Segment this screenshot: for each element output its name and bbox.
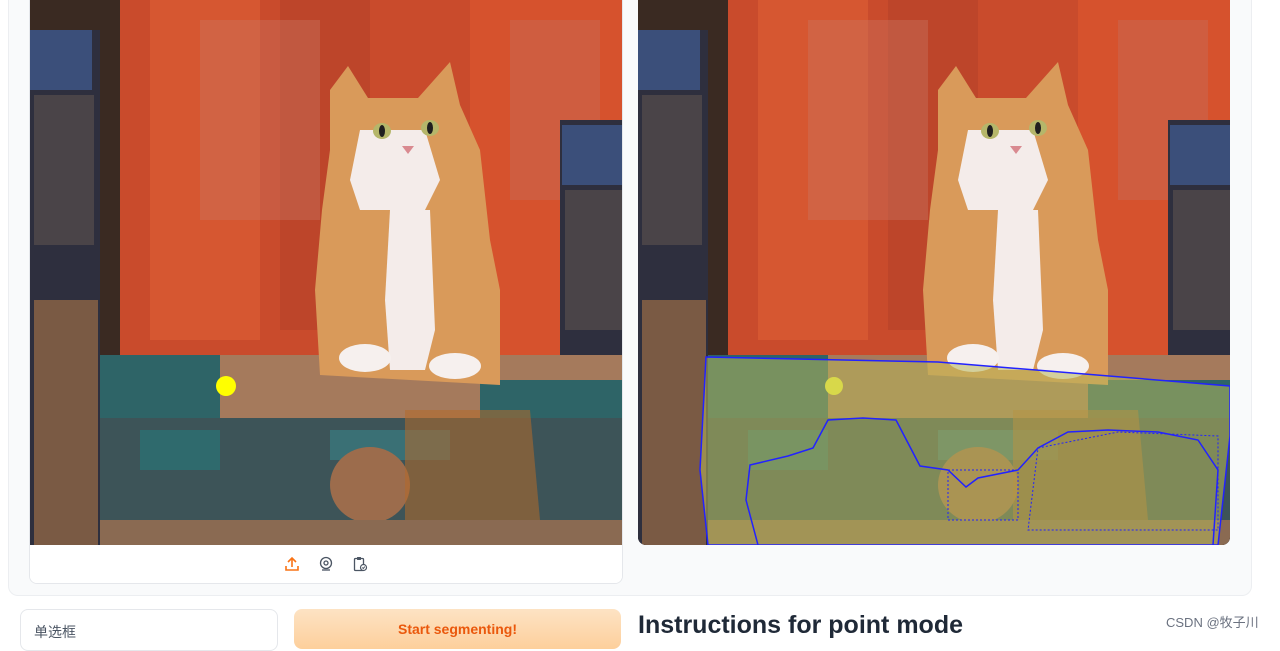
segmented-output-image <box>638 0 1230 545</box>
upload-icon <box>285 556 299 571</box>
instructions-heading: Instructions for point mode <box>638 611 963 639</box>
radio-group-label: 单选框 <box>34 624 76 640</box>
selection-point-marker <box>216 376 236 396</box>
clipboard-button[interactable] <box>350 554 370 574</box>
webcam-button[interactable] <box>316 554 336 574</box>
image-source-toolbar <box>30 545 622 583</box>
start-segmenting-button[interactable]: Start segmenting! <box>294 609 621 649</box>
clipboard-icon <box>353 557 368 572</box>
watermark: CSDN @牧子川 <box>1166 615 1259 630</box>
output-image-panel <box>638 0 1230 545</box>
input-image-panel[interactable] <box>29 0 623 584</box>
webcam-icon <box>319 556 333 571</box>
upload-button[interactable] <box>282 554 302 574</box>
radio-group: 单选框 <box>20 609 278 651</box>
segmentation-mask <box>699 356 1230 545</box>
input-image[interactable] <box>30 0 622 545</box>
selection-point-marker <box>825 377 843 395</box>
